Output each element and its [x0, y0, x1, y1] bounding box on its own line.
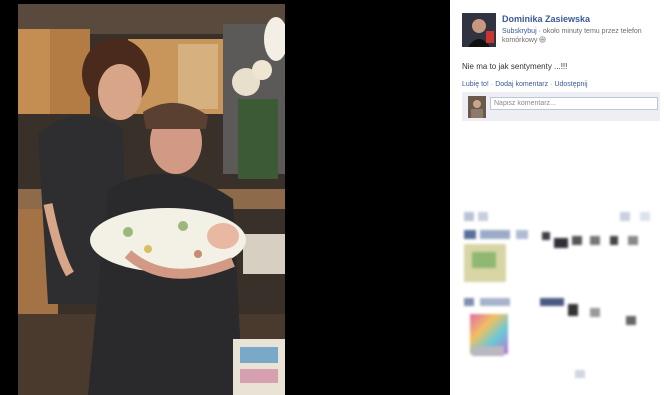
- blurred-block: [568, 304, 578, 316]
- blurred-block: [464, 230, 476, 239]
- post-actions: Lubię to! · Dodaj komentarz · Udostępnij: [462, 81, 588, 88]
- comment-box: [462, 92, 660, 121]
- avatar[interactable]: [462, 13, 496, 47]
- globe-icon: [539, 36, 547, 44]
- like-link[interactable]: Lubię to!: [462, 81, 489, 88]
- blurred-block: [572, 236, 582, 245]
- blurred-block: [472, 252, 496, 268]
- comment-input[interactable]: [490, 97, 658, 110]
- share-link[interactable]: Udostępnij: [554, 81, 587, 88]
- blurred-block: [480, 230, 510, 239]
- blurred-block: [575, 370, 585, 378]
- photo-image: [18, 4, 285, 395]
- post-meta: Subskrybuj · około minuty temu przez tel…: [502, 27, 662, 45]
- blurred-block: [590, 236, 600, 245]
- author-name[interactable]: Dominika Zasiewska: [502, 14, 590, 24]
- blurred-block: [472, 346, 504, 356]
- blurred-block: [464, 298, 474, 306]
- blurred-block: [540, 298, 564, 306]
- avatar-image: [462, 13, 496, 47]
- comment-link[interactable]: Dodaj komentarz: [495, 81, 548, 88]
- blurred-block: [464, 212, 474, 221]
- blurred-block: [554, 238, 568, 248]
- subscribe-link[interactable]: Subskrybuj: [502, 28, 537, 35]
- blurred-block: [590, 308, 600, 317]
- blurred-block: [542, 232, 550, 240]
- action-separator: ·: [550, 81, 553, 88]
- photo-viewer: [0, 0, 450, 395]
- blurred-block: [640, 212, 650, 221]
- post-text: Nie ma to jak sentymenty ...!!!: [462, 62, 568, 71]
- blurred-block: [516, 230, 528, 239]
- blurred-block: [628, 236, 638, 245]
- commenter-avatar: [468, 96, 486, 118]
- action-separator: ·: [490, 81, 494, 88]
- blurred-block: [480, 298, 510, 306]
- photo[interactable]: [18, 4, 285, 395]
- blurred-block: [478, 212, 488, 221]
- blurred-block: [626, 316, 636, 325]
- blurred-block: [610, 236, 618, 245]
- blurred-block: [620, 212, 630, 221]
- post-sidebar: Dominika Zasiewska Subskrybuj · około mi…: [450, 0, 664, 395]
